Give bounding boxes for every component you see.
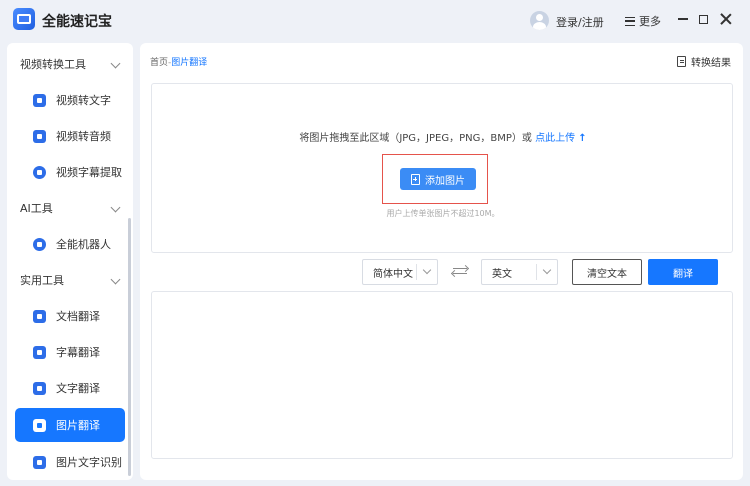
- drop-hint: 将图片拖拽至此区域（JPG，JPEG，PNG，BMP）或 点此上传 ↑: [152, 129, 734, 144]
- group-label: AI工具: [20, 202, 53, 215]
- subtitle-icon: [33, 345, 46, 359]
- translation-output-area[interactable]: [151, 291, 733, 459]
- image-icon: [33, 418, 46, 432]
- music-icon: [33, 129, 46, 143]
- source-language-value: 简体中文: [373, 268, 413, 280]
- sidebar-item-label: 文字翻译: [56, 382, 100, 395]
- size-note: 用户上传单张图片不超过10M。: [386, 209, 500, 218]
- sidebar-item-label: 视频转音频: [56, 130, 111, 143]
- chevron-down-icon: [110, 274, 121, 285]
- sidebar-item-label: 字幕翻译: [56, 346, 100, 359]
- clear-text-button[interactable]: 清空文本: [572, 259, 642, 285]
- sidebar-group-utilities[interactable]: 实用工具: [7, 262, 133, 298]
- sidebar-item-image-ocr[interactable]: 图片文字识别: [15, 446, 125, 478]
- sidebar-item-robot[interactable]: 全能机器人: [15, 228, 125, 260]
- sidebar: 视频转换工具 视频转文字 视频转音频 视频字幕提取 AI工具 全能机器人 实用工…: [7, 43, 133, 480]
- breadcrumb-current: 图片翻译: [171, 58, 208, 68]
- login-button[interactable]: 登录/注册: [556, 14, 604, 30]
- sidebar-item-doc-translate[interactable]: 文档翻译: [15, 300, 125, 332]
- text-icon: [33, 93, 46, 107]
- sidebar-item-video-to-audio[interactable]: 视频转音频: [15, 120, 125, 152]
- chevron-down-icon: [542, 265, 552, 275]
- close-icon: [720, 13, 732, 25]
- sidebar-item-label: 视频转文字: [56, 94, 111, 107]
- minimize-button[interactable]: [676, 12, 690, 26]
- sidebar-item-image-translate[interactable]: 图片翻译: [15, 408, 125, 442]
- minimize-icon: [678, 18, 688, 20]
- target-language-value: 英文: [492, 268, 512, 280]
- image-dropzone[interactable]: 将图片拖拽至此区域（JPG，JPEG，PNG，BMP）或 点此上传 ↑ 添加图片…: [151, 83, 733, 253]
- chevron-down-icon: [110, 58, 121, 69]
- group-label: 视频转换工具: [20, 58, 86, 71]
- target-language-select[interactable]: 英文: [481, 259, 558, 285]
- group-label: 实用工具: [20, 274, 64, 287]
- upload-link[interactable]: 点此上传: [535, 133, 575, 144]
- sidebar-item-subtitle-extract[interactable]: 视频字幕提取: [15, 156, 125, 188]
- sidebar-item-label: 全能机器人: [56, 238, 111, 251]
- more-label: 更多: [639, 15, 661, 28]
- text-icon: [33, 381, 46, 395]
- chevron-down-icon: [110, 202, 121, 213]
- app-title: 全能速记宝: [42, 14, 112, 30]
- source-language-select[interactable]: 简体中文: [362, 259, 438, 285]
- main-panel: 首页-图片翻译 转换结果 将图片拖拽至此区域（JPG，JPEG，PNG，BMP）…: [140, 43, 743, 480]
- swap-languages-icon[interactable]: [453, 265, 467, 277]
- document-icon: [33, 309, 46, 323]
- add-image-button[interactable]: 添加图片: [400, 168, 476, 190]
- maximize-button[interactable]: [696, 12, 710, 26]
- sidebar-item-label: 文档翻译: [56, 310, 100, 323]
- sidebar-item-text-translate[interactable]: 文字翻译: [15, 372, 125, 404]
- sidebar-item-subtitle-translate[interactable]: 字幕翻译: [15, 336, 125, 368]
- sidebar-item-label: 图片文字识别: [56, 456, 122, 469]
- close-button[interactable]: [719, 12, 733, 26]
- add-image-label: 添加图片: [425, 175, 465, 187]
- more-button[interactable]: 更多: [625, 13, 661, 29]
- conversion-result-button[interactable]: 转换结果: [677, 54, 731, 69]
- document-icon: [677, 56, 686, 67]
- ocr-icon: [33, 455, 46, 469]
- menu-icon: [625, 16, 635, 26]
- arrow-up-icon: ↑: [578, 133, 587, 144]
- sidebar-group-video-tools[interactable]: 视频转换工具: [7, 46, 133, 82]
- translate-button[interactable]: 翻译: [648, 259, 718, 285]
- drop-hint-text: 将图片拖拽至此区域（JPG，JPEG，PNG，BMP）或: [299, 133, 532, 144]
- result-label: 转换结果: [691, 58, 731, 69]
- sidebar-group-ai-tools[interactable]: AI工具: [7, 190, 133, 226]
- sidebar-item-label: 图片翻译: [56, 419, 100, 432]
- add-file-icon: [411, 173, 420, 185]
- avatar-icon[interactable]: [530, 11, 549, 30]
- breadcrumb-home[interactable]: 首页: [150, 58, 168, 68]
- sidebar-scrollbar[interactable]: [128, 218, 131, 476]
- subtitle-icon: [33, 165, 46, 179]
- sidebar-item-video-to-text[interactable]: 视频转文字: [15, 84, 125, 116]
- robot-icon: [33, 237, 46, 251]
- sidebar-item-label: 视频字幕提取: [56, 166, 122, 179]
- app-logo-icon: [13, 8, 35, 30]
- chevron-down-icon: [422, 265, 432, 275]
- breadcrumb: 首页-图片翻译: [150, 55, 207, 68]
- title-bar: 全能速记宝 登录/注册 更多: [0, 0, 750, 42]
- maximize-icon: [698, 14, 708, 24]
